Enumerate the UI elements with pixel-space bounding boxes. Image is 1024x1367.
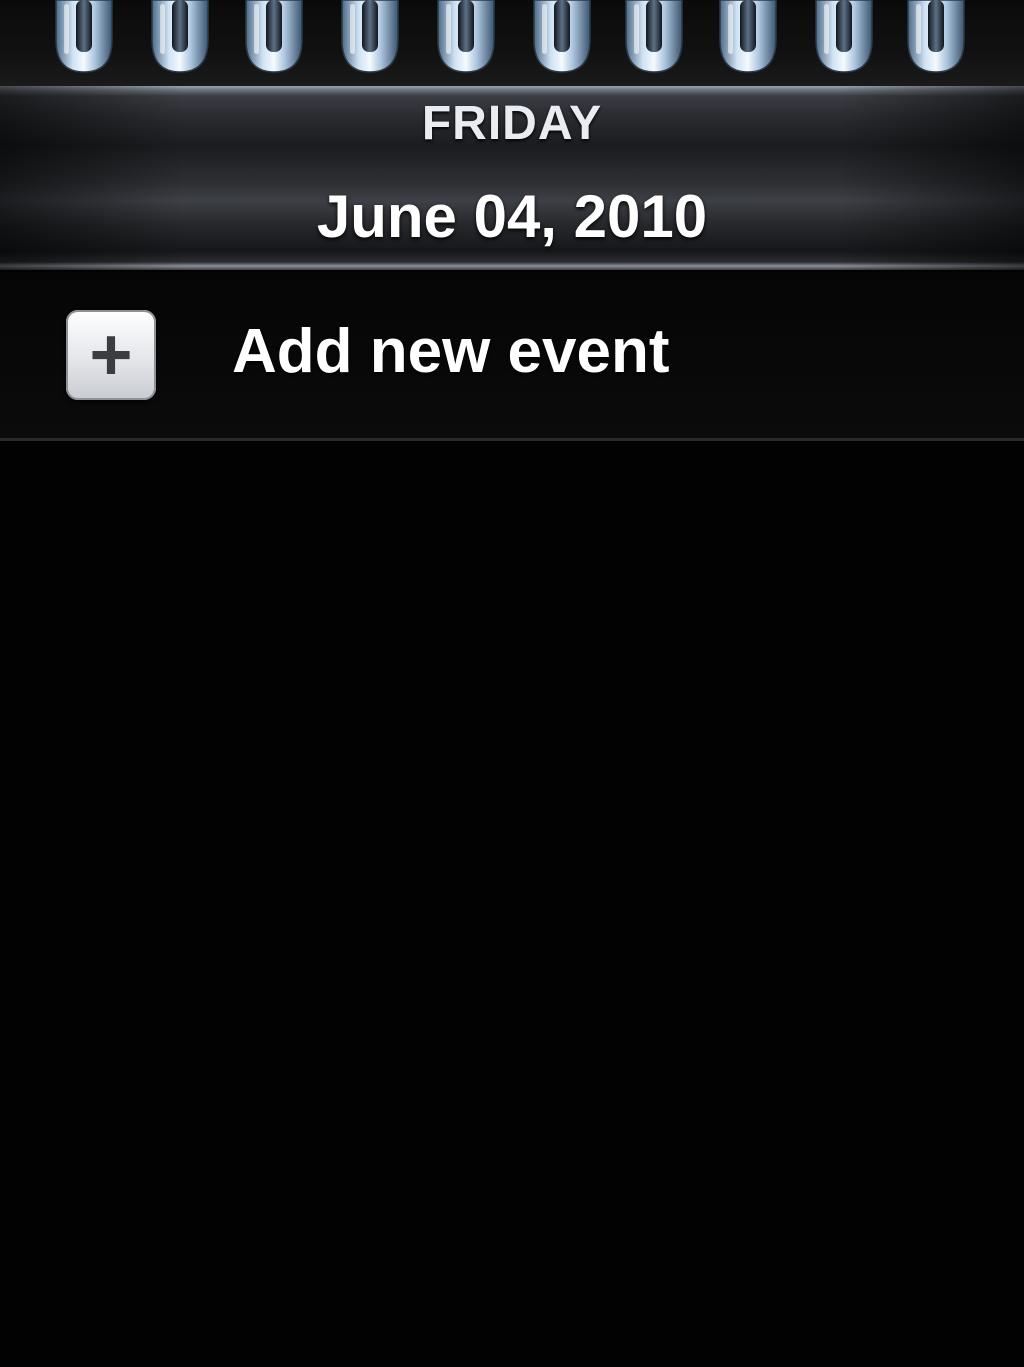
calendar-day-view: FRIDAY June 04, 2010 + Add new event [0, 0, 1024, 1367]
binding-ring [245, 0, 303, 73]
spiral-binding [0, 0, 1024, 86]
day-of-week: FRIDAY [421, 97, 603, 150]
binding-ring [719, 0, 777, 73]
add-new-event-row[interactable]: + Add new event [0, 272, 1024, 441]
events-list [0, 441, 1024, 1367]
binding-ring [625, 0, 683, 73]
plus-icon: + [89, 313, 133, 396]
add-event-button[interactable]: + [66, 310, 156, 400]
binding-ring [533, 0, 591, 73]
binding-ring [815, 0, 873, 73]
binding-ring [151, 0, 209, 73]
binding-ring [55, 0, 113, 73]
add-new-event-label: Add new event [232, 317, 670, 386]
binding-ring [341, 0, 399, 73]
binding-ring [907, 0, 965, 73]
full-date: June 04, 2010 [316, 183, 708, 250]
date-header: FRIDAY June 04, 2010 [0, 86, 1024, 270]
binding-ring [437, 0, 495, 73]
binding-rings [55, 0, 965, 73]
